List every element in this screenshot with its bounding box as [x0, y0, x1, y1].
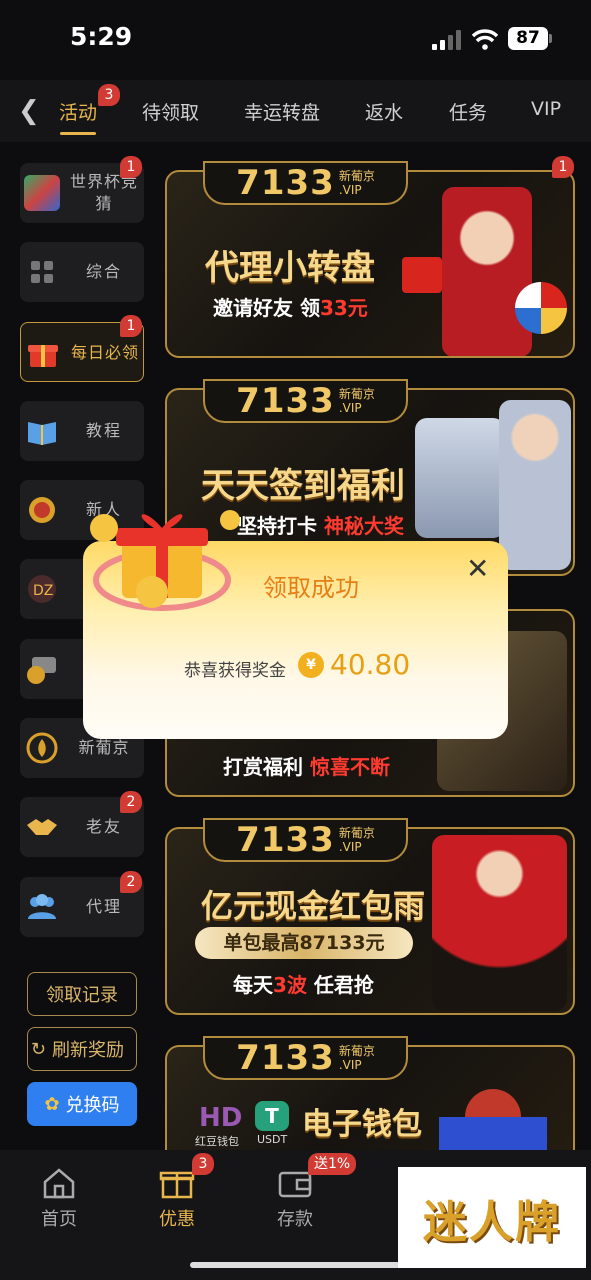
tab-pending[interactable]: 待领取 — [142, 98, 199, 125]
coin-icon: ¥ — [298, 652, 324, 678]
tab-activity[interactable]: 活动 — [59, 98, 97, 125]
gift-box-icon — [90, 510, 240, 611]
promo-text: 迷人牌 — [423, 1196, 561, 1248]
nav-promotions-label: 优惠 — [159, 1209, 195, 1230]
dialog-title: 领取成功 — [263, 574, 359, 602]
signal-icon — [432, 30, 461, 50]
nav-deposit-badge: 送1% — [308, 1153, 357, 1175]
tab-vip[interactable]: VIP — [531, 98, 561, 120]
watermark-promo: 迷人牌 — [398, 1167, 586, 1268]
wallet-label-a: 红豆钱包 — [195, 1135, 239, 1148]
slot-icon: DZ — [28, 575, 56, 603]
slot-machine-image — [415, 418, 505, 538]
sidebar-badge: 2 — [120, 871, 142, 893]
sidebar-item-tutorial[interactable]: 教程 — [20, 401, 144, 461]
banner-subtitle: 打赏福利 惊喜不断 — [223, 755, 390, 779]
hd-wallet-icon: HD — [199, 1103, 243, 1133]
banner-subtitle: 每天3波 任君抢 — [233, 973, 374, 997]
handshake-icon — [27, 819, 57, 835]
nav-home-label: 首页 — [41, 1209, 77, 1230]
status-time: 5:29 — [70, 22, 133, 51]
worldcup-icon — [24, 175, 60, 211]
usdt-icon: T — [255, 1101, 289, 1131]
sidebar-badge: 1 — [120, 315, 142, 337]
banner-subtitle: 坚持打卡 神秘大奖 — [237, 514, 404, 538]
svg-text:DZ: DZ — [33, 583, 53, 599]
nav-home[interactable]: 首页 — [19, 1166, 99, 1231]
sidebar-badge: 2 — [120, 791, 142, 813]
banner-title: 代理小转盘 — [205, 248, 375, 288]
wifi-icon — [472, 29, 498, 50]
redeem-code-button[interactable]: ✿ 兑换码 — [27, 1082, 137, 1126]
refresh-rewards-label: 刷新奖励 — [52, 1040, 124, 1061]
nav-promotions[interactable]: 优惠 — [137, 1166, 217, 1231]
brand-logo: 7133 新葡京 .VIP — [203, 1036, 408, 1080]
nav-promotions-badge: 3 — [192, 1153, 214, 1175]
people-icon — [28, 894, 56, 919]
nav-deposit-label: 存款 — [277, 1209, 313, 1230]
refresh-icon: ↻ — [30, 1038, 46, 1060]
banner-model-image — [432, 835, 567, 1011]
card-coin-icon — [27, 657, 56, 684]
redeem-icon: ✿ — [44, 1093, 60, 1115]
gift-icon — [28, 345, 58, 367]
banner-model-image — [499, 400, 571, 570]
tab-rebate[interactable]: 返水 — [365, 98, 403, 125]
battery-icon — [549, 34, 552, 43]
brand-logo: 7133 新葡京 .VIP — [203, 161, 408, 205]
wallet-label-b: USDT — [257, 1133, 288, 1146]
refresh-rewards-button[interactable]: ↻ 刷新奖励 — [27, 1027, 137, 1071]
wallet-graphic — [439, 1117, 547, 1150]
redeem-code-label: 兑换码 — [65, 1095, 120, 1116]
grid-icon — [31, 261, 53, 283]
medal-icon — [29, 497, 55, 523]
brand-logo: 7133 新葡京 .VIP — [203, 818, 408, 862]
banner-model-image — [442, 187, 532, 356]
close-icon[interactable]: ✕ — [466, 552, 489, 585]
home-indicator — [190, 1262, 400, 1268]
battery-level: 87 — [508, 27, 548, 50]
banner-title: 亿元现金红包雨 — [201, 887, 426, 925]
reward-amount: 40.80 — [330, 648, 411, 681]
lotus-icon — [26, 732, 58, 764]
dialog-message: 恭喜获得奖金 — [184, 661, 286, 681]
claim-record-button[interactable]: 领取记录 — [27, 972, 137, 1016]
active-tab-indicator — [60, 132, 96, 135]
gift-box-icon — [159, 1171, 195, 1199]
sidebar-item-label: 教程 — [85, 421, 122, 440]
banner-max-amount: 单包最高87133元 — [195, 927, 413, 959]
home-icon — [43, 1168, 75, 1199]
tab-activity-badge: 3 — [98, 84, 120, 106]
gift-box-icon — [402, 257, 442, 293]
tab-tasks[interactable]: 任务 — [449, 98, 487, 125]
chevron-left-icon[interactable]: ❮ — [18, 96, 40, 126]
sidebar-item-general[interactable]: 综合 — [20, 242, 144, 302]
wheel-icon — [515, 282, 567, 334]
banner-title: 电子钱包 — [302, 1107, 422, 1142]
banner-subtitle: 邀请好友 领33元 — [213, 296, 368, 320]
book-icon — [28, 422, 56, 445]
nav-deposit[interactable]: 存款 — [255, 1166, 335, 1231]
brand-logo: 7133 新葡京 .VIP — [203, 379, 408, 423]
tab-lucky-wheel[interactable]: 幸运转盘 — [244, 98, 320, 125]
banner-badge: 1 — [552, 156, 574, 178]
sidebar-item-label: 综合 — [85, 262, 122, 281]
sidebar-badge: 1 — [120, 156, 142, 178]
